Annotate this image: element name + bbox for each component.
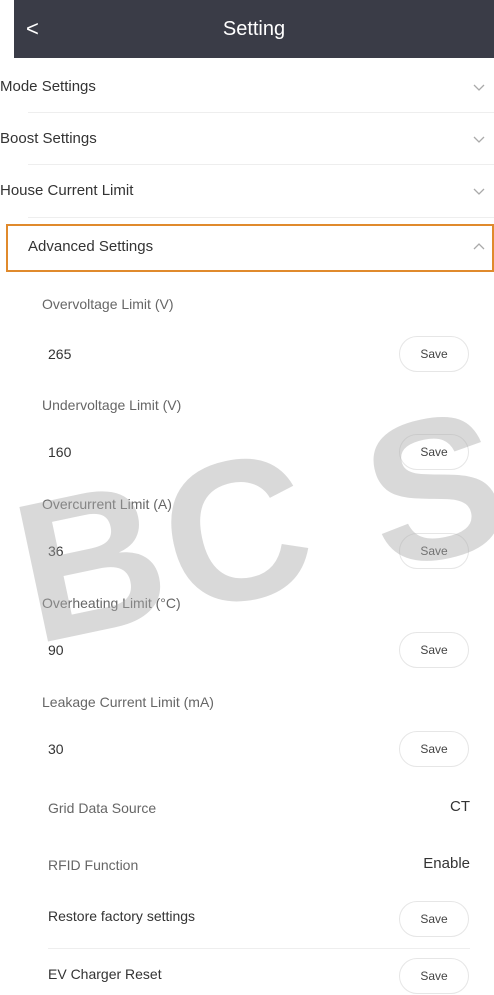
chevron-down-icon (472, 132, 486, 146)
overvoltage-save-button[interactable]: Save (399, 336, 469, 372)
section-label: Mode Settings (0, 78, 96, 95)
divider (48, 948, 470, 949)
undervoltage-limit-label: Undervoltage Limit (V) (42, 397, 182, 413)
rfid-function-label: RFID Function (48, 857, 139, 873)
section-label: House Current Limit (0, 182, 134, 199)
section-house-current-limit[interactable]: House Current Limit (0, 166, 494, 218)
app-header: < Setting (14, 0, 494, 58)
divider (28, 112, 494, 113)
leakage-current-limit-input[interactable]: 30 (48, 741, 64, 757)
page-title: Setting (222, 18, 286, 40)
grid-data-source-label: Grid Data Source (48, 800, 157, 816)
restore-factory-label: Restore factory settings (48, 908, 196, 924)
chevron-down-icon (472, 80, 486, 94)
ev-charger-reset-label: EV Charger Reset (48, 966, 162, 982)
overheating-save-button[interactable]: Save (399, 632, 469, 668)
overheating-limit-label: Overheating Limit (°C) (42, 595, 181, 611)
chevron-up-icon (472, 240, 486, 254)
leakage-save-button[interactable]: Save (399, 731, 469, 767)
section-mode-settings[interactable]: Mode Settings (0, 62, 494, 114)
rfid-function-value[interactable]: Enable (423, 855, 470, 872)
undervoltage-save-button[interactable]: Save (399, 434, 469, 470)
divider (28, 164, 494, 165)
overvoltage-limit-input[interactable]: 265 (48, 346, 71, 362)
divider (28, 217, 494, 218)
section-label: Boost Settings (0, 130, 97, 147)
overcurrent-limit-input[interactable]: 36 (48, 543, 64, 559)
overcurrent-limit-label: Overcurrent Limit (A) (42, 496, 172, 512)
overheating-limit-input[interactable]: 90 (48, 642, 64, 658)
undervoltage-limit-input[interactable]: 160 (48, 444, 71, 460)
chevron-down-icon (472, 184, 486, 198)
overvoltage-limit-label: Overvoltage Limit (V) (42, 296, 174, 312)
section-advanced-settings[interactable]: Advanced Settings (6, 224, 494, 272)
ev-charger-reset-save-button[interactable]: Save (399, 958, 469, 994)
restore-factory-save-button[interactable]: Save (399, 901, 469, 937)
section-boost-settings[interactable]: Boost Settings (0, 114, 494, 166)
section-label: Advanced Settings (28, 238, 154, 255)
overcurrent-save-button[interactable]: Save (399, 533, 469, 569)
leakage-current-limit-label: Leakage Current Limit (mA) (42, 694, 214, 710)
grid-data-source-value[interactable]: CT (450, 798, 470, 815)
